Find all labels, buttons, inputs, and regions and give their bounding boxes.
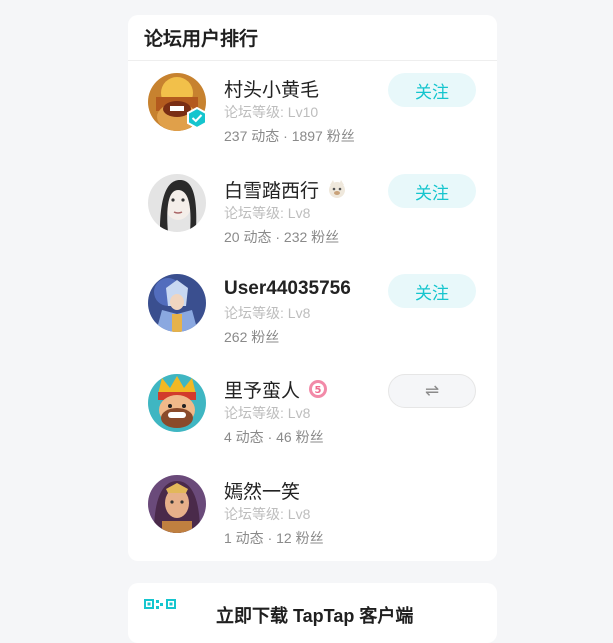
user-level: 论坛等级: Lv10 [224, 104, 319, 120]
verified-icon [187, 107, 207, 129]
follow-button[interactable]: 关注 [388, 73, 476, 107]
woman-portrait-avatar[interactable] [148, 174, 206, 232]
armored-hero-avatar[interactable] [148, 274, 206, 332]
user-item[interactable]: 里予蛮人 5 论坛等级: Lv8 4 动态 · 46 粉丝 ⇌ [128, 374, 497, 464]
user-ranking-card: 论坛用户排行 村头小黄毛 论坛等级: Lv10 237 动态 · 1897 粉丝… [128, 15, 497, 561]
qr-code-icon [144, 599, 176, 609]
follow-button[interactable]: 关注 [388, 274, 476, 308]
user-stats: 20 动态 · 232 粉丝 [224, 229, 340, 245]
user-level: 论坛等级: Lv8 [224, 506, 311, 522]
svg-text:5: 5 [315, 385, 322, 396]
user-level: 论坛等级: Lv8 [224, 305, 311, 321]
user-name[interactable]: 村头小黄毛 [224, 75, 319, 102]
card-title: 论坛用户排行 [144, 29, 259, 50]
cat-badge-icon [329, 180, 346, 198]
download-card[interactable]: 立即下载 TapTap 客户端 [128, 583, 497, 643]
user-name[interactable]: 嫣然一笑 [224, 477, 300, 504]
user-name[interactable]: 里予蛮人 [224, 376, 300, 403]
fantasy-heroine-avatar[interactable] [148, 475, 206, 533]
user-item[interactable]: User44035756 论坛等级: Lv8 262 粉丝 关注 [128, 274, 497, 364]
user-item[interactable]: 嫣然一笑 论坛等级: Lv8 1 动态 · 12 粉丝 [128, 475, 497, 565]
user-level: 论坛等级: Lv8 [224, 405, 311, 421]
card-header: 论坛用户排行 [128, 15, 497, 61]
user-item[interactable]: 白雪踏西行 论坛等级: Lv8 20 动态 · 232 粉丝 关注 [128, 174, 497, 264]
user-stats: 262 粉丝 [224, 329, 280, 345]
mutual-follow-button[interactable]: ⇌ [388, 374, 476, 408]
user-name[interactable]: User44035756 [224, 278, 351, 300]
user-stats: 237 动态 · 1897 粉丝 [224, 128, 355, 144]
user-stats: 1 动态 · 12 粉丝 [224, 530, 324, 546]
download-title[interactable]: 立即下载 TapTap 客户端 [216, 602, 413, 628]
clash-royale-king-avatar[interactable] [148, 374, 206, 432]
user-stats: 4 动态 · 46 粉丝 [224, 429, 324, 445]
level-5-badge-icon: 5 [309, 380, 328, 398]
user-level: 论坛等级: Lv8 [224, 205, 311, 221]
follow-button[interactable]: 关注 [388, 174, 476, 208]
user-name[interactable]: 白雪踏西行 [224, 176, 319, 203]
user-item[interactable]: 村头小黄毛 论坛等级: Lv10 237 动态 · 1897 粉丝 关注 [128, 73, 497, 163]
